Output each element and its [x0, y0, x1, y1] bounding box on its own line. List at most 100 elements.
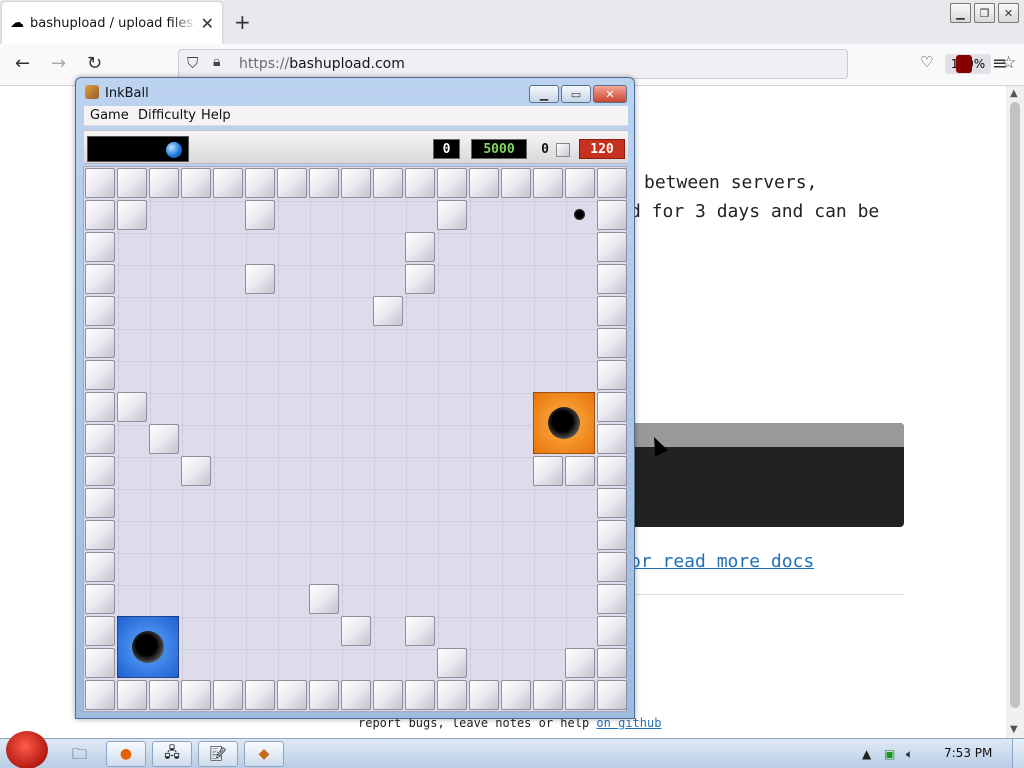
taskbar-firefox[interactable]: ●	[106, 741, 146, 767]
browser-tab-bar: ☁ bashupload / upload files from command…	[0, 0, 1024, 44]
wall-tile	[565, 456, 595, 486]
network-status-icon[interactable]: ▣	[884, 747, 895, 761]
address-bar[interactable]: ⛉ 🔒︎ https://bashupload.com 120% ☆	[178, 49, 1016, 79]
wall-tile	[85, 552, 115, 582]
wall-tile	[597, 264, 627, 294]
tab-title: bashupload / upload files from command l…	[30, 15, 197, 31]
wall-tile	[85, 296, 115, 326]
new-tab-button[interactable]: +	[234, 10, 251, 34]
wall-tile	[85, 520, 115, 550]
wall-tile	[597, 328, 627, 358]
url-text[interactable]: https://bashupload.com	[239, 56, 405, 72]
wall-tile	[405, 616, 435, 646]
wall-tile	[85, 200, 115, 230]
cloud-icon: ☁	[10, 15, 24, 31]
taskbar: 🗀 ● 🖧 📝︎ ◆ ▲ ▣ 🔈︎ 7:53 PM	[0, 731, 1024, 768]
wall-tile	[597, 456, 627, 486]
wall-tile	[597, 552, 627, 582]
wall-tile	[597, 616, 627, 646]
taskbar-network[interactable]: 🖧	[152, 741, 192, 767]
divider	[630, 594, 904, 595]
wall-tile	[597, 488, 627, 518]
inkball-window: InkBall ▁ ▭ ✕ Game Difficulty Help 0 500…	[75, 77, 635, 719]
blue-hole	[117, 616, 179, 678]
reload-icon[interactable]: ↻	[87, 53, 102, 74]
wall-tile	[181, 456, 211, 486]
lock-icon[interactable]: 🔒︎	[213, 54, 220, 70]
wall-tile	[405, 168, 435, 198]
gray-hole	[565, 200, 595, 230]
wall-tile	[373, 680, 403, 710]
menu-icon[interactable]: ≡	[992, 53, 1007, 74]
next-ball-queue	[87, 136, 189, 162]
scroll-up-icon[interactable]: ▲	[1010, 88, 1018, 99]
folder-icon[interactable]: 🗀	[72, 744, 87, 768]
wall-tile	[597, 360, 627, 390]
inkball-minimize-button[interactable]: ▁	[529, 85, 559, 103]
restore-window-button[interactable]: ❐	[974, 3, 995, 23]
ublock-icon[interactable]	[956, 55, 972, 73]
taskbar-inkball[interactable]: ◆	[244, 741, 284, 767]
wall-tile	[309, 584, 339, 614]
inkball-title-bar[interactable]: InkBall ▁ ▭ ✕	[76, 78, 634, 108]
menu-difficulty[interactable]: Difficulty	[138, 108, 196, 123]
wall-tile	[309, 680, 339, 710]
wall-tile	[565, 168, 595, 198]
wall-tile	[85, 392, 115, 422]
wall-tile	[85, 168, 115, 198]
page-scrollbar[interactable]: ▲ ▼	[1006, 86, 1024, 738]
tray-expand-icon[interactable]: ▲	[862, 747, 871, 761]
wall-tile	[373, 296, 403, 326]
wall-tile	[85, 456, 115, 486]
close-window-button[interactable]: ✕	[998, 3, 1019, 23]
blue-ball-icon	[166, 142, 182, 158]
start-button[interactable]	[6, 731, 48, 768]
orange-hole	[533, 392, 595, 454]
wall-tile	[341, 680, 371, 710]
code-block	[630, 423, 904, 527]
forward-icon[interactable]: →	[51, 53, 66, 74]
clock[interactable]: 7:53 PM	[944, 746, 992, 760]
notepad-icon: 📝︎	[209, 746, 227, 762]
wall-tile	[117, 680, 147, 710]
inkball-close-button[interactable]: ✕	[593, 85, 627, 103]
wall-tile	[85, 680, 115, 710]
wall-tile	[85, 264, 115, 294]
wall-tile	[341, 168, 371, 198]
scroll-down-icon[interactable]: ▼	[1010, 724, 1018, 735]
shield-icon[interactable]: ⛉	[187, 54, 198, 72]
wall-tile	[597, 648, 627, 678]
minimize-window-button[interactable]: ▁	[950, 3, 971, 23]
wall-tile	[85, 648, 115, 678]
game-board[interactable]	[83, 166, 627, 712]
taskbar-notepad[interactable]: 📝︎	[198, 741, 238, 767]
wall-tile	[405, 264, 435, 294]
wall-tile	[277, 168, 307, 198]
wall-tile	[309, 168, 339, 198]
inkball-maximize-button[interactable]: ▭	[561, 85, 591, 103]
wall-tile	[117, 392, 147, 422]
docs-link[interactable]: or read more docs	[630, 551, 814, 572]
wall-tile	[117, 200, 147, 230]
wall-tile	[373, 168, 403, 198]
inkball-icon: ◆	[258, 746, 270, 762]
wall-tile	[437, 680, 467, 710]
network-icon: 🖧	[164, 745, 180, 761]
page-text-line: between servers,	[644, 172, 818, 193]
close-tab-icon[interactable]: ✕	[201, 14, 214, 33]
wall-tile	[469, 168, 499, 198]
speaker-icon[interactable]: 🔈︎	[906, 747, 913, 762]
back-icon[interactable]: ←	[15, 53, 30, 74]
scrollbar-thumb[interactable]	[1010, 102, 1020, 708]
menu-help[interactable]: Help	[201, 108, 231, 123]
show-desktop-button[interactable]	[1012, 739, 1024, 768]
wall-tile	[597, 392, 627, 422]
wall-tile	[597, 584, 627, 614]
wall-tile	[565, 648, 595, 678]
wall-tile	[405, 680, 435, 710]
wall-tile	[597, 168, 627, 198]
wall-tile	[85, 328, 115, 358]
pocket-icon[interactable]: ♡	[920, 53, 933, 71]
browser-tab[interactable]: ☁ bashupload / upload files from command…	[2, 2, 222, 44]
menu-game[interactable]: Game	[90, 108, 129, 123]
